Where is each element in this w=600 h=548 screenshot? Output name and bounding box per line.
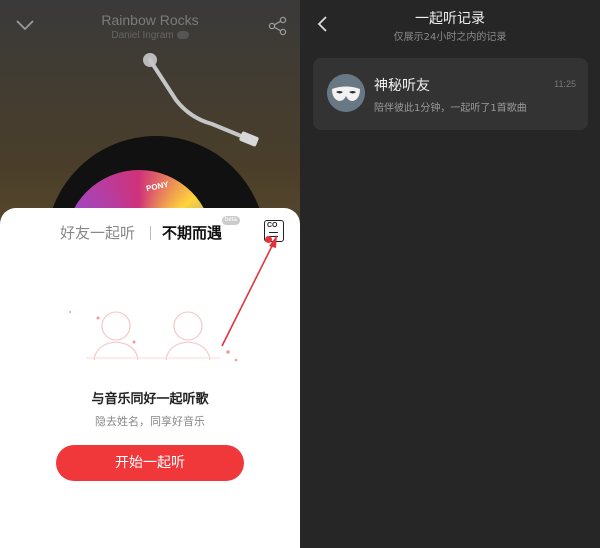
mask-icon — [327, 74, 365, 112]
listen-tabs: 好友一起听 不期而遇 beta — [0, 216, 300, 246]
listen-together-sheet: 好友一起听 不期而遇 beta CO 与音乐同好一起听歌 隐去姓名，同享好音乐 … — [0, 208, 300, 548]
notification-dot — [265, 236, 272, 243]
record-user-name: 神秘听友 — [374, 78, 430, 94]
tab-divider — [150, 226, 151, 240]
tab-random-match[interactable]: 不期而遇 — [162, 222, 222, 243]
page-title: 一起听记录 — [415, 11, 485, 27]
avatar[interactable] — [327, 74, 365, 112]
record-line-icon — [269, 232, 278, 234]
tab-friend-listen[interactable]: 好友一起听 — [60, 222, 135, 243]
player-screen: Rainbow Rocks Daniel Ingram PONY 好友一起听 不… — [0, 0, 300, 548]
sheet-subtitle: 隐去姓名，同享好音乐 — [95, 415, 205, 428]
beta-badge: beta — [222, 216, 240, 225]
record-icon-text: CO — [267, 222, 278, 229]
listen-record-screen: 一起听记录 仅展示24小时之内的记录 神秘听友 陪伴彼此1分钟，一起听了1首歌曲… — [300, 0, 600, 548]
start-listen-button[interactable]: 开始一起听 — [56, 445, 244, 481]
page-subtitle: 仅展示24小时之内的记录 — [393, 32, 507, 43]
tonearm-icon — [143, 53, 259, 147]
record-timestamp: 11:25 — [554, 79, 576, 89]
record-description: 陪伴彼此1分钟，一起听了1首歌曲 — [374, 103, 527, 114]
listen-together-illustration — [69, 311, 238, 362]
list-item[interactable]: 神秘听友 陪伴彼此1分钟，一起听了1首歌曲 11:25 — [313, 58, 588, 130]
sheet-title: 与音乐同好一起听歌 — [91, 392, 209, 407]
